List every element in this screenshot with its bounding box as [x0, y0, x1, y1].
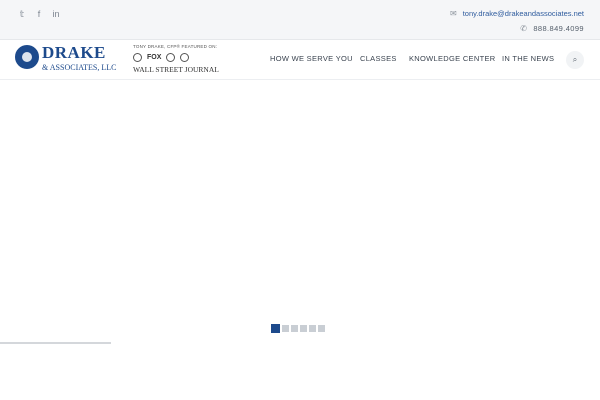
envelope-icon: ✉: [450, 9, 457, 18]
nav-knowledge-center[interactable]: KNOWLEDGE CENTER: [409, 54, 495, 63]
logo-name[interactable]: DRAKE: [42, 43, 106, 63]
email-contact[interactable]: ✉ tony.drake@drakeandassociates.net: [450, 9, 584, 18]
search-icon: ⌕: [572, 55, 578, 64]
nav-classes[interactable]: CLASSES: [360, 54, 397, 63]
slider-dot-2[interactable]: [282, 325, 289, 332]
featured-label: TONY DRAKE, CFP® FEATURED ON:: [133, 44, 218, 49]
slider-pagination: [271, 324, 325, 333]
nav-in-the-news[interactable]: IN THE NEWS: [502, 54, 554, 63]
slider-progress-bar: [0, 342, 111, 344]
cbs-logo-icon: [133, 53, 142, 62]
twitter-icon[interactable]: 𝕥: [15, 7, 29, 21]
facebook-icon[interactable]: f: [32, 7, 46, 21]
fox-logo: FOX: [147, 54, 162, 61]
nav-how-we-serve-you[interactable]: HOW WE SERVE YOU: [270, 54, 353, 63]
phone-number[interactable]: 888.849.4099: [533, 24, 584, 33]
linkedin-icon[interactable]: in: [49, 7, 63, 21]
featured-on-badge: TONY DRAKE, CFP® FEATURED ON: FOX WALL S…: [133, 44, 219, 76]
abc-logo-icon: [180, 53, 190, 62]
top-bar: 𝕥 f in ✉ tony.drake@drakeandassociates.n…: [0, 0, 600, 40]
logo-subtitle[interactable]: & ASSOCIATES, LLC: [42, 63, 116, 72]
slider-dot-6[interactable]: [318, 325, 325, 332]
featured-logos: FOX: [133, 53, 207, 62]
wsj-logo: WALL STREET JOURNAL: [133, 65, 219, 74]
slider-dot-5[interactable]: [309, 325, 316, 332]
logo-seal-icon[interactable]: [15, 45, 39, 69]
slider-dot-3[interactable]: [291, 325, 298, 332]
nbc-logo-icon: [166, 53, 176, 62]
slider-dot-1[interactable]: [271, 324, 280, 333]
slider-dot-4[interactable]: [300, 325, 307, 332]
email-link[interactable]: tony.drake@drakeandassociates.net: [463, 9, 584, 18]
phone-icon: ✆: [520, 24, 528, 33]
phone-contact[interactable]: ✆ 888.849.4099: [520, 24, 584, 33]
search-button[interactable]: ⌕: [566, 51, 584, 69]
hero-slider[interactable]: [0, 80, 600, 342]
